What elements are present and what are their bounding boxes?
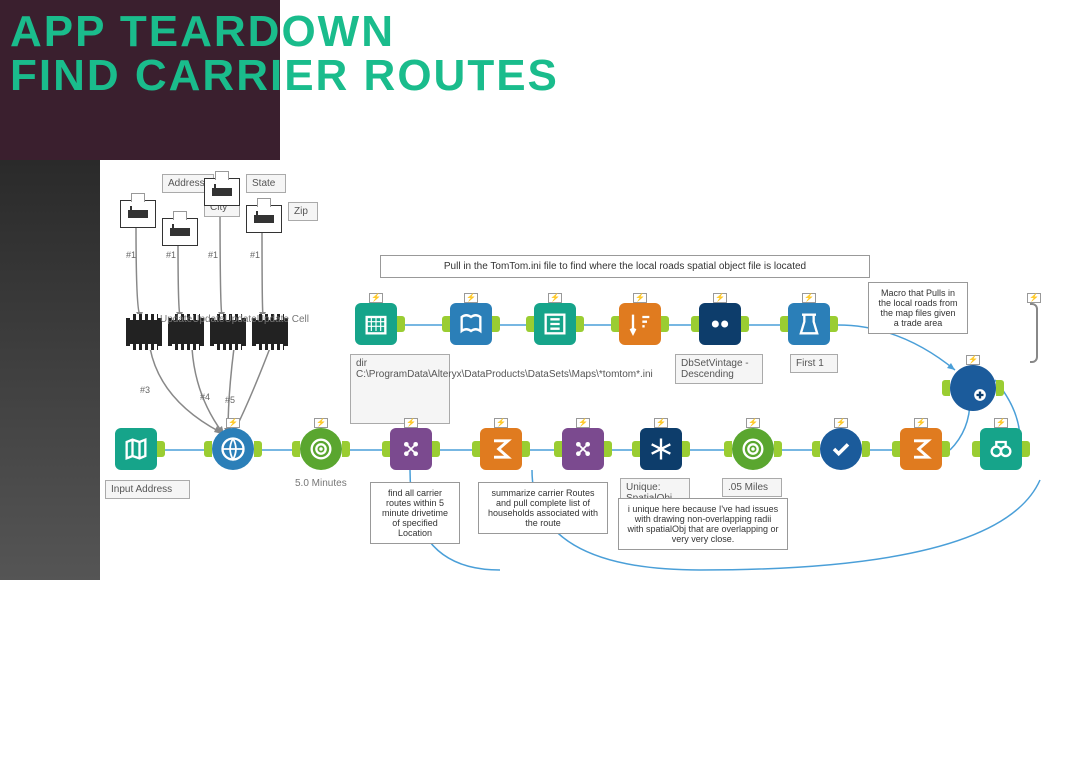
- lightning-icon: ⚡: [314, 418, 328, 428]
- tool-right-bracket[interactable]: ⚡: [1030, 303, 1038, 363]
- lightning-icon: ⚡: [548, 293, 562, 303]
- check-icon: [827, 435, 855, 463]
- page-title: APP TEARDOWN FIND CARRIER ROUTES: [10, 10, 559, 98]
- tool-trade-area-2[interactable]: ⚡: [732, 428, 774, 470]
- title-line-2: FIND CARRIER ROUTES: [10, 54, 559, 98]
- tool-spatial-process[interactable]: ⚡: [820, 428, 862, 470]
- tool-trade-area-1[interactable]: ⚡: [300, 428, 342, 470]
- workflow-canvas[interactable]: Address City State Zip #1 #1 #1 #1 Updat…: [100, 170, 1074, 580]
- lightning-icon: ⚡: [576, 418, 590, 428]
- folder-icon: [362, 310, 390, 338]
- wire-label-1: #1: [126, 250, 136, 260]
- action-update-1[interactable]: [126, 318, 162, 346]
- textbox-zip[interactable]: [246, 205, 282, 233]
- label-trade-area-2: .05 Miles: [722, 478, 782, 497]
- lightning-icon: ⚡: [713, 293, 727, 303]
- book-icon: [457, 310, 485, 338]
- textbox-address[interactable]: [120, 200, 156, 228]
- lightning-icon: ⚡: [1027, 293, 1041, 303]
- dots-icon: [706, 310, 734, 338]
- tool-macro-roads[interactable]: ⚡: [950, 365, 996, 411]
- lightning-icon: ⚡: [369, 293, 383, 303]
- label-sort: DbSetVintage - Descending: [675, 354, 763, 384]
- annotation-macro: Macro that Pulls in the local roads from…: [868, 282, 968, 334]
- lightning-icon: ⚡: [802, 293, 816, 303]
- lightning-icon: ⚡: [994, 418, 1008, 428]
- tool-spatial-match-1[interactable]: ⚡: [390, 428, 432, 470]
- lightning-icon: ⚡: [226, 418, 240, 428]
- action-labels: UpdateUpdateUpdateUpdate Cell: [160, 314, 300, 325]
- tool-dynamic-input[interactable]: ⚡: [450, 303, 492, 345]
- wire-label-7: #5: [225, 395, 235, 405]
- tool-select[interactable]: ⚡: [534, 303, 576, 345]
- label-state: State: [246, 174, 286, 193]
- annotation-tomtom: Pull in the TomTom.ini file to find wher…: [380, 255, 870, 278]
- select-icon: [541, 310, 569, 338]
- title-line-1: APP TEARDOWN: [10, 10, 559, 54]
- lightning-icon: ⚡: [966, 355, 980, 365]
- lightning-icon: ⚡: [633, 293, 647, 303]
- label-find-all: find all carrier routes within 5 minute …: [370, 482, 460, 544]
- tool-sort[interactable]: ⚡: [619, 303, 661, 345]
- label-directory: dir C:\ProgramData\Alteryx\DataProducts\…: [350, 354, 450, 424]
- wire-label-6: #4: [200, 392, 210, 402]
- tool-find-nearest[interactable]: ⚡: [980, 428, 1022, 470]
- spatial-icon: [397, 435, 425, 463]
- textbox-state[interactable]: [204, 178, 240, 206]
- tool-geocoder[interactable]: ⚡: [212, 428, 254, 470]
- wire-label-4: #1: [250, 250, 260, 260]
- sigma-icon: [487, 435, 515, 463]
- lightning-icon: ⚡: [404, 418, 418, 428]
- sigma-icon: [907, 435, 935, 463]
- wire-label-2: #1: [166, 250, 176, 260]
- target-icon: [307, 435, 335, 463]
- background-left: [0, 160, 100, 580]
- spatial-icon: [569, 435, 597, 463]
- lightning-icon: ⚡: [654, 418, 668, 428]
- target-icon: [739, 435, 767, 463]
- tool-text-input[interactable]: [115, 428, 157, 470]
- label-zip: Zip: [288, 202, 318, 221]
- lightning-icon: ⚡: [834, 418, 848, 428]
- lightning-icon: ⚡: [494, 418, 508, 428]
- tool-unique[interactable]: ⚡: [640, 428, 682, 470]
- tool-summarize-1[interactable]: ⚡: [480, 428, 522, 470]
- annotation-unique: i unique here because I've had issues wi…: [618, 498, 788, 550]
- label-input-address: Input Address: [105, 480, 190, 499]
- binoculars-icon: [987, 435, 1015, 463]
- beaker-icon: [795, 310, 823, 338]
- lightning-icon: ⚡: [464, 293, 478, 303]
- label-sample: First 1: [790, 354, 838, 373]
- lightning-icon: ⚡: [746, 418, 760, 428]
- globe-icon: [219, 435, 247, 463]
- textbox-city[interactable]: [162, 218, 198, 246]
- plus-icon: [959, 374, 987, 402]
- label-trade-area-1: 5.0 Minutes: [295, 478, 347, 489]
- map-icon: [122, 435, 150, 463]
- tool-formula[interactable]: ⚡: [788, 303, 830, 345]
- label-summarize: summarize carrier Routes and pull comple…: [478, 482, 608, 534]
- tool-spatial-match-2[interactable]: ⚡: [562, 428, 604, 470]
- tool-sample[interactable]: ⚡: [699, 303, 741, 345]
- tool-summarize-2[interactable]: ⚡: [900, 428, 942, 470]
- snowflake-icon: [647, 435, 675, 463]
- lightning-icon: ⚡: [914, 418, 928, 428]
- sort-icon: [626, 310, 654, 338]
- tool-directory[interactable]: ⚡: [355, 303, 397, 345]
- wire-label-5: #3: [140, 385, 150, 395]
- wire-label-3: #1: [208, 250, 218, 260]
